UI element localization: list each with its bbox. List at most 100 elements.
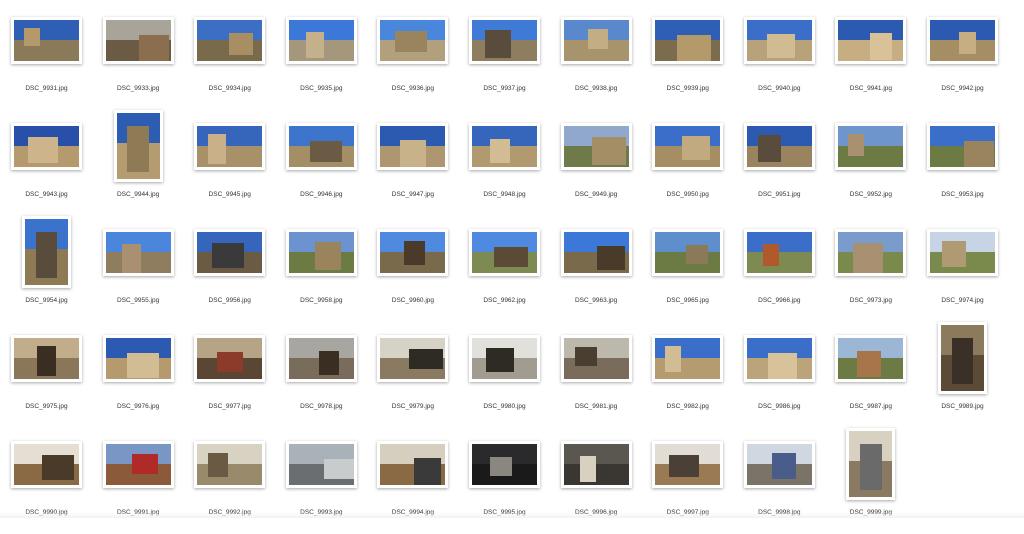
file-name-label[interactable]: DSC_9962.jpg — [459, 297, 550, 304]
file-thumbnail-area[interactable] — [184, 110, 275, 182]
file-thumbnail-area[interactable] — [93, 4, 184, 76]
file-name-label[interactable]: DSC_9942.jpg — [917, 85, 1008, 92]
file-name-label[interactable]: DSC_9950.jpg — [642, 191, 733, 198]
file-item[interactable]: DSC_9996.jpg — [551, 428, 642, 534]
file-item[interactable]: DSC_9978.jpg — [276, 322, 367, 428]
file-item[interactable]: DSC_9947.jpg — [367, 110, 458, 216]
file-item[interactable]: DSC_9997.jpg — [642, 428, 733, 534]
file-name-label[interactable]: DSC_9938.jpg — [551, 85, 642, 92]
file-name-label[interactable]: DSC_9963.jpg — [551, 297, 642, 304]
file-item[interactable]: DSC_9998.jpg — [734, 428, 825, 534]
file-thumbnail-area[interactable] — [642, 322, 733, 394]
photo-thumbnail[interactable] — [377, 441, 448, 488]
photo-thumbnail[interactable] — [194, 229, 265, 276]
file-item[interactable]: DSC_9933.jpg — [93, 4, 184, 110]
file-item[interactable]: DSC_9991.jpg — [93, 428, 184, 534]
file-item[interactable]: DSC_9936.jpg — [367, 4, 458, 110]
file-name-label[interactable]: DSC_9954.jpg — [1, 297, 92, 304]
file-thumbnail-area[interactable] — [825, 428, 916, 500]
file-thumbnail-area[interactable] — [93, 428, 184, 500]
photo-thumbnail[interactable] — [938, 322, 987, 394]
photo-thumbnail[interactable] — [194, 441, 265, 488]
file-name-label[interactable]: DSC_9939.jpg — [642, 85, 733, 92]
file-thumbnail-area[interactable] — [367, 4, 458, 76]
file-name-label[interactable]: DSC_9976.jpg — [93, 403, 184, 410]
file-thumbnail-area[interactable] — [276, 110, 367, 182]
photo-thumbnail[interactable] — [11, 335, 82, 382]
file-name-label[interactable]: DSC_9980.jpg — [459, 403, 550, 410]
file-item[interactable]: DSC_9974.jpg — [917, 216, 1008, 322]
file-thumbnail-area[interactable] — [367, 428, 458, 500]
photo-thumbnail[interactable] — [927, 229, 998, 276]
file-thumbnail-area[interactable] — [367, 216, 458, 288]
file-item[interactable]: DSC_9960.jpg — [367, 216, 458, 322]
file-thumbnail-area[interactable] — [367, 110, 458, 182]
file-thumbnail-area[interactable] — [1, 216, 92, 288]
file-name-label[interactable]: DSC_9981.jpg — [551, 403, 642, 410]
photo-thumbnail[interactable] — [744, 335, 815, 382]
file-thumbnail-area[interactable] — [276, 216, 367, 288]
file-name-label[interactable]: DSC_9974.jpg — [917, 297, 1008, 304]
file-item[interactable]: DSC_9954.jpg — [1, 216, 92, 322]
file-item[interactable]: DSC_9962.jpg — [459, 216, 550, 322]
file-item[interactable]: DSC_9958.jpg — [276, 216, 367, 322]
file-thumbnail-area[interactable] — [93, 322, 184, 394]
file-thumbnail-area[interactable] — [825, 322, 916, 394]
photo-thumbnail[interactable] — [561, 123, 632, 170]
photo-thumbnail[interactable] — [377, 229, 448, 276]
photo-thumbnail[interactable] — [927, 17, 998, 64]
file-thumbnail-area[interactable] — [917, 216, 1008, 288]
file-thumbnail-area[interactable] — [93, 216, 184, 288]
photo-thumbnail[interactable] — [377, 17, 448, 64]
file-name-label[interactable]: DSC_9947.jpg — [367, 191, 458, 198]
file-thumbnail-area[interactable] — [184, 322, 275, 394]
file-name-label[interactable]: DSC_9966.jpg — [734, 297, 825, 304]
photo-thumbnail[interactable] — [11, 123, 82, 170]
file-thumbnail-area[interactable] — [551, 4, 642, 76]
file-item[interactable]: DSC_9942.jpg — [917, 4, 1008, 110]
file-item[interactable]: DSC_9949.jpg — [551, 110, 642, 216]
file-name-label[interactable]: DSC_9986.jpg — [734, 403, 825, 410]
file-item[interactable]: DSC_9943.jpg — [1, 110, 92, 216]
file-thumbnail-area[interactable] — [184, 4, 275, 76]
photo-thumbnail[interactable] — [103, 441, 174, 488]
file-item[interactable]: DSC_9966.jpg — [734, 216, 825, 322]
file-name-label[interactable]: DSC_9982.jpg — [642, 403, 733, 410]
file-thumbnail-area[interactable] — [825, 216, 916, 288]
photo-thumbnail[interactable] — [835, 335, 906, 382]
file-name-label[interactable]: DSC_9973.jpg — [825, 297, 916, 304]
photo-thumbnail[interactable] — [561, 335, 632, 382]
file-thumbnail-area[interactable] — [459, 322, 550, 394]
file-item[interactable]: DSC_9948.jpg — [459, 110, 550, 216]
file-name-label[interactable]: DSC_9944.jpg — [93, 191, 184, 198]
photo-thumbnail[interactable] — [652, 123, 723, 170]
file-thumbnail-area[interactable] — [642, 110, 733, 182]
file-thumbnail-area[interactable] — [551, 428, 642, 500]
file-name-label[interactable]: DSC_9951.jpg — [734, 191, 825, 198]
photo-thumbnail[interactable] — [561, 441, 632, 488]
file-item[interactable]: DSC_9937.jpg — [459, 4, 550, 110]
photo-thumbnail[interactable] — [652, 441, 723, 488]
file-thumbnail-area[interactable] — [1, 322, 92, 394]
file-thumbnail-area[interactable] — [184, 216, 275, 288]
file-name-label[interactable]: DSC_9989.jpg — [917, 403, 1008, 410]
file-thumbnail-area[interactable] — [367, 322, 458, 394]
photo-thumbnail[interactable] — [11, 441, 82, 488]
file-name-label[interactable]: DSC_9936.jpg — [367, 85, 458, 92]
file-name-label[interactable]: DSC_9955.jpg — [93, 297, 184, 304]
photo-thumbnail[interactable] — [469, 335, 540, 382]
photo-thumbnail[interactable] — [286, 17, 357, 64]
file-thumbnail-area[interactable] — [825, 110, 916, 182]
file-item[interactable]: DSC_9993.jpg — [276, 428, 367, 534]
file-item[interactable]: DSC_9945.jpg — [184, 110, 275, 216]
photo-thumbnail[interactable] — [469, 123, 540, 170]
file-item[interactable]: DSC_9979.jpg — [367, 322, 458, 428]
file-item[interactable]: DSC_9989.jpg — [917, 322, 1008, 428]
file-name-label[interactable]: DSC_9935.jpg — [276, 85, 367, 92]
file-name-label[interactable]: DSC_9952.jpg — [825, 191, 916, 198]
photo-thumbnail[interactable] — [652, 229, 723, 276]
file-item[interactable]: DSC_9994.jpg — [367, 428, 458, 534]
photo-thumbnail[interactable] — [561, 17, 632, 64]
photo-thumbnail[interactable] — [846, 428, 895, 500]
file-thumbnail-area[interactable] — [917, 4, 1008, 76]
